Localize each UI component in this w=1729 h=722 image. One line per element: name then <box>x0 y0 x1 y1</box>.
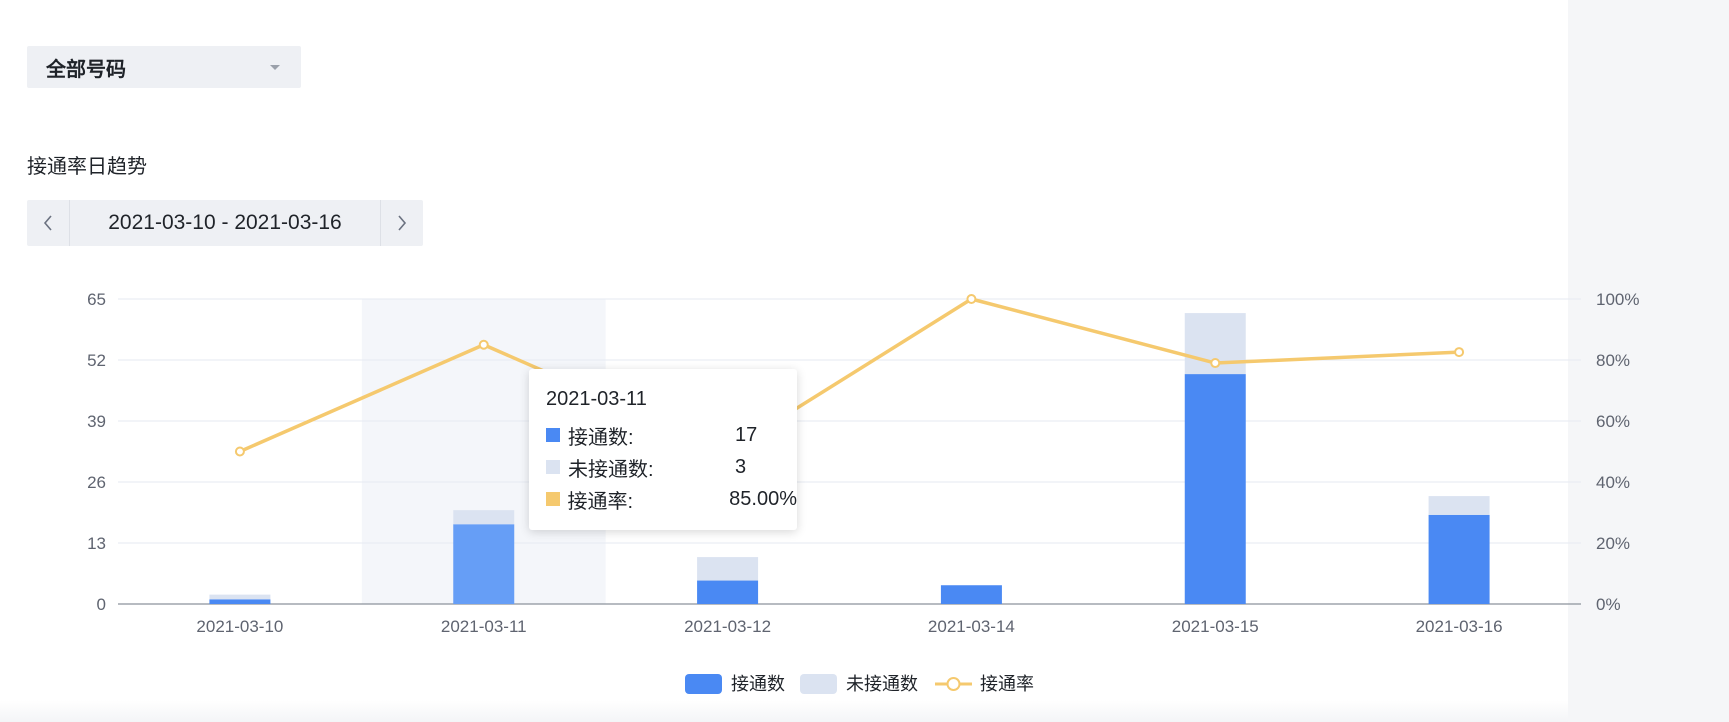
tooltip-row-rate: 接通率: 85.00% <box>546 483 797 515</box>
y-left-tick-label: 39 <box>87 412 106 431</box>
x-tick-label: 2021-03-10 <box>196 617 283 636</box>
x-tick-label: 2021-03-14 <box>928 617 1015 636</box>
bar-connected <box>1428 514 1490 604</box>
y-right-tick-label: 100% <box>1596 290 1639 309</box>
tooltip-label: 接通数: <box>568 426 634 449</box>
x-tick-label: 2021-03-12 <box>684 617 771 636</box>
tooltip-row-unconnected: 未接通数: 3 <box>546 451 797 483</box>
rate-point <box>966 294 977 304</box>
y-left-tick-label: 13 <box>87 534 106 553</box>
y-left-tick-label: 52 <box>87 351 106 370</box>
y-left-tick-label: 0 <box>97 595 106 614</box>
rate-point <box>1454 347 1465 358</box>
rate-point <box>478 339 489 350</box>
rate-point <box>1210 358 1221 369</box>
y-left-tick-label: 65 <box>87 290 106 309</box>
y-right-tick-label: 80% <box>1596 351 1630 370</box>
chart-tooltip: 2021-03-11 接通数: 17 未接通数: 3 接通率: 85.00% <box>529 369 797 530</box>
tooltip-swatch <box>546 492 560 506</box>
x-tick-label: 2021-03-16 <box>1416 617 1503 636</box>
bar-connected <box>1184 374 1246 604</box>
legend-swatch-connected <box>685 674 722 694</box>
legend-label: 未接通数 <box>846 674 918 694</box>
call-rate-chart: 0 13 26 39 52 65 0% 20% 40% 60% 80% 100% 2021-03-10 2… <box>87 290 1639 694</box>
bar-unconnected <box>1428 496 1490 515</box>
legend-swatch-rate-point <box>946 677 961 691</box>
tooltip-value: 3 <box>735 455 747 478</box>
bar-connected <box>697 580 759 604</box>
y-right-tick-label: 20% <box>1596 534 1630 553</box>
y-right-tick-label: 0% <box>1596 595 1621 614</box>
tooltip-value: 17 <box>735 423 758 446</box>
legend-label: 接通数 <box>731 674 785 694</box>
legend-label: 接通率 <box>980 674 1034 694</box>
tooltip-label: 未接通数: <box>568 458 654 481</box>
x-tick-label: 2021-03-11 <box>441 617 527 636</box>
tooltip-label: 接通率: <box>567 490 634 513</box>
bar-connected <box>940 585 1002 604</box>
y-left-tick-label: 26 <box>87 473 106 492</box>
tooltip-swatch <box>546 460 560 474</box>
tooltip-value: 85.00% <box>729 487 797 510</box>
legend-swatch-unconnected <box>800 674 837 694</box>
bar-connected <box>209 599 271 604</box>
bar-unconnected <box>209 594 271 600</box>
x-tick-label: 2021-03-15 <box>1172 617 1259 636</box>
rate-point <box>234 446 245 457</box>
bar-connected <box>453 524 515 604</box>
tooltip-row-connected: 接通数: 17 <box>546 419 797 451</box>
tooltip-date: 2021-03-11 <box>546 388 647 410</box>
bar-unconnected <box>453 510 515 525</box>
bar-unconnected <box>697 557 759 581</box>
tooltip-swatch <box>546 428 560 442</box>
bottom-fade <box>0 700 1568 722</box>
y-right-tick-label: 60% <box>1596 412 1630 431</box>
y-right-tick-label: 40% <box>1596 473 1630 492</box>
